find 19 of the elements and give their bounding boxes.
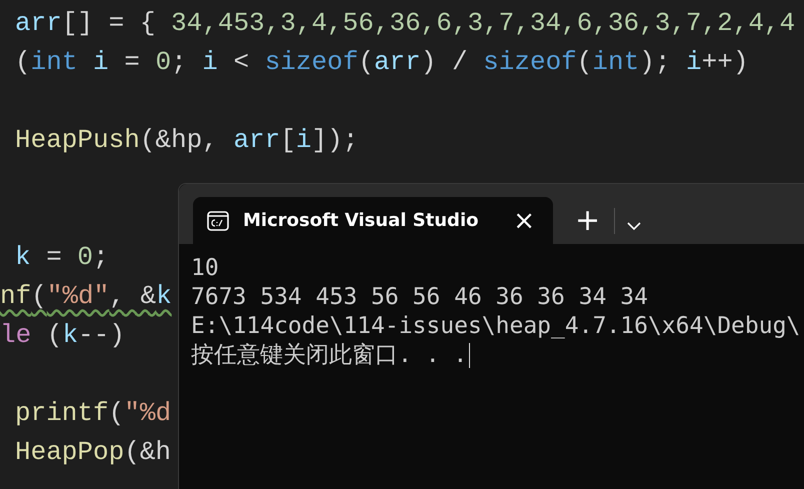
text-cursor xyxy=(469,343,470,368)
code-line: k = 0; xyxy=(15,241,109,274)
code-line: le (k--) xyxy=(0,319,125,352)
console-output: 7673 534 453 56 56 46 36 36 34 34 xyxy=(191,283,648,312)
terminal-tab[interactable]: Microsoft Visual Studio × xyxy=(193,197,553,244)
code-line: (int i = 0; i < sizeof(arr) / sizeof(int); i++) xyxy=(15,46,748,79)
console-output: E:\114code\114-issues\heap_4.7.16\x64\Debug\ xyxy=(191,312,800,341)
close-button[interactable]: × xyxy=(507,208,541,234)
new-tab-button[interactable]: + xyxy=(569,206,606,236)
terminal-icon xyxy=(207,210,229,230)
code-line: arr[] = { 34,453,3,4,56,36,6,3,7,34,6,36,3,7,2,4,4 xyxy=(15,7,796,40)
code-line: HeapPop(&h xyxy=(15,436,172,469)
chevron-down-icon xyxy=(627,222,642,231)
console-output: 按任意键关闭此窗口. . . xyxy=(191,341,468,370)
code-line: printf("%d xyxy=(15,397,172,430)
code-line: nf("%d", &k xyxy=(0,280,172,313)
tab-title: Microsoft Visual Studio xyxy=(243,210,480,231)
console-output: 10 xyxy=(191,254,219,283)
code-line: HeapPush(&hp, arr[i]); xyxy=(15,124,358,157)
